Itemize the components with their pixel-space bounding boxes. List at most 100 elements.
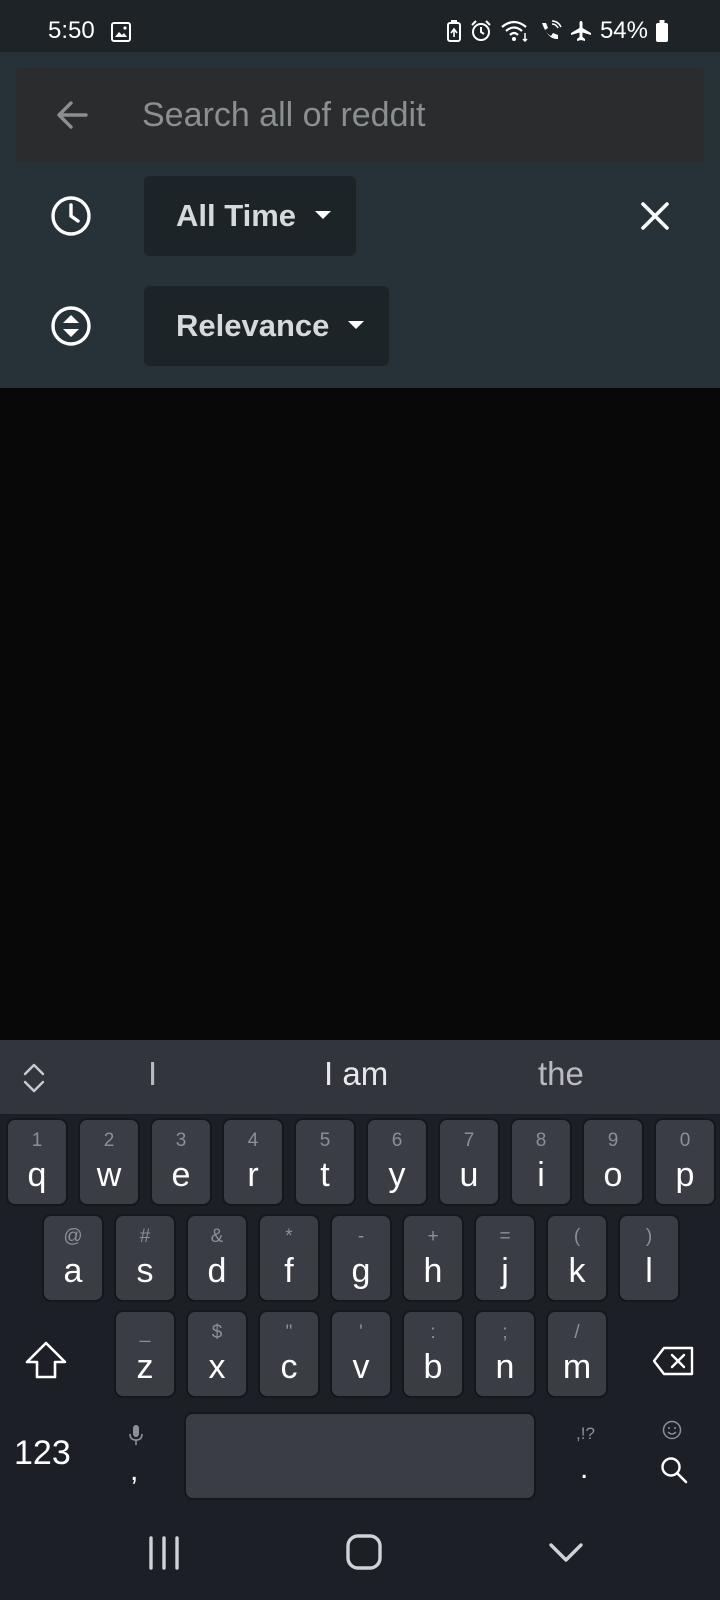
suggestion-3[interactable]: the bbox=[538, 1055, 584, 1093]
key-h[interactable]: + h bbox=[402, 1214, 464, 1302]
key-hint: ( bbox=[573, 1226, 581, 1247]
key-label: g bbox=[351, 1252, 371, 1290]
emoji-icon bbox=[662, 1420, 682, 1445]
key-s[interactable]: # s bbox=[114, 1214, 176, 1302]
recent-apps-icon[interactable] bbox=[148, 1536, 180, 1575]
sort-filter-row: Relevance bbox=[0, 286, 720, 366]
shift-key[interactable] bbox=[24, 1340, 68, 1385]
key-hint: 9 bbox=[607, 1130, 619, 1151]
key-c[interactable]: " c bbox=[258, 1310, 320, 1398]
key-hint: 2 bbox=[103, 1130, 115, 1151]
key-d[interactable]: & d bbox=[186, 1214, 248, 1302]
battery-saver-icon bbox=[446, 20, 462, 42]
key-hint: - bbox=[357, 1226, 365, 1247]
key-hint: 3 bbox=[175, 1130, 187, 1151]
backspace-key[interactable] bbox=[652, 1346, 694, 1381]
expand-toolbar-icon[interactable] bbox=[22, 1062, 46, 1099]
status-bar: 5:50 54% bbox=[0, 0, 720, 52]
wifi-icon bbox=[500, 20, 530, 42]
key-b[interactable]: :b bbox=[402, 1310, 464, 1398]
key-z[interactable]: _ z bbox=[114, 1310, 176, 1398]
sort-filter-label: Relevance bbox=[176, 308, 330, 343]
key-f[interactable]: * f bbox=[258, 1214, 320, 1302]
microphone-icon bbox=[128, 1424, 144, 1451]
suggestion-2[interactable]: I am bbox=[324, 1055, 388, 1093]
key-label: b bbox=[423, 1348, 443, 1386]
key-label: c bbox=[280, 1348, 298, 1386]
time-filter-row: All Time bbox=[0, 176, 720, 256]
key-y[interactable]: 6y bbox=[366, 1118, 428, 1206]
status-time: 5:50 bbox=[48, 17, 95, 44]
key-hint: 5 bbox=[319, 1130, 331, 1151]
key-a[interactable]: @ a bbox=[42, 1214, 104, 1302]
clock-icon bbox=[50, 195, 92, 242]
key-x[interactable]: $ x bbox=[186, 1310, 248, 1398]
key-hint: 7 bbox=[463, 1130, 475, 1151]
key-t[interactable]: 5t bbox=[294, 1118, 356, 1206]
key-label: o bbox=[603, 1156, 623, 1194]
key-label: q bbox=[27, 1156, 47, 1194]
key-l[interactable]: ) l bbox=[618, 1214, 680, 1302]
key-label: f bbox=[284, 1252, 294, 1290]
key-w[interactable]: 2w bbox=[78, 1118, 140, 1206]
key-n[interactable]: ; n bbox=[474, 1310, 536, 1398]
search-icon bbox=[660, 1456, 688, 1489]
comma-char: , bbox=[130, 1454, 139, 1487]
key-label: v bbox=[352, 1348, 370, 1386]
period-char: . bbox=[580, 1452, 589, 1485]
suggestion-1[interactable]: I bbox=[148, 1055, 157, 1093]
key-p[interactable]: 0p bbox=[654, 1118, 716, 1206]
comma-key[interactable]: , bbox=[112, 1424, 162, 1504]
key-label: n bbox=[495, 1348, 515, 1386]
key-label: e bbox=[171, 1156, 191, 1194]
battery-icon bbox=[656, 20, 668, 42]
battery-percentage: 54% bbox=[599, 17, 648, 44]
key-e[interactable]: 3e bbox=[150, 1118, 212, 1206]
suggestion-bar: I I am the bbox=[0, 1040, 720, 1114]
key-label: a bbox=[63, 1252, 83, 1290]
key-q[interactable]: 1q bbox=[6, 1118, 68, 1206]
key-g[interactable]: -g bbox=[330, 1214, 392, 1302]
nav-back-icon[interactable] bbox=[548, 1542, 584, 1569]
close-icon[interactable] bbox=[640, 201, 670, 236]
numbers-key[interactable]: 123 bbox=[14, 1434, 71, 1473]
key-u[interactable]: 7u bbox=[438, 1118, 500, 1206]
key-j[interactable]: = j bbox=[474, 1214, 536, 1302]
time-filter-label: All Time bbox=[176, 198, 297, 233]
key-label: m bbox=[562, 1348, 592, 1386]
key-label: x bbox=[208, 1348, 226, 1386]
key-i[interactable]: 8i bbox=[510, 1118, 572, 1206]
search-key[interactable] bbox=[656, 1420, 696, 1500]
key-r[interactable]: 4r bbox=[222, 1118, 284, 1206]
search-input[interactable] bbox=[142, 88, 682, 142]
wifi-calling-icon bbox=[538, 20, 562, 42]
sort-filter-dropdown[interactable]: Relevance bbox=[144, 286, 390, 366]
airplane-icon bbox=[570, 20, 592, 42]
key-hint: & bbox=[210, 1226, 224, 1247]
alarm-icon bbox=[470, 20, 492, 42]
period-symbols: ,!? bbox=[576, 1424, 595, 1443]
period-key[interactable]: ,!? . bbox=[566, 1424, 606, 1504]
back-arrow-icon[interactable] bbox=[54, 97, 90, 138]
key-label: k bbox=[568, 1252, 586, 1290]
key-v[interactable]: ' v bbox=[330, 1310, 392, 1398]
sort-icon bbox=[50, 305, 92, 352]
key-hint: ; bbox=[502, 1322, 508, 1343]
key-hint: 8 bbox=[535, 1130, 547, 1151]
key-label: j bbox=[501, 1252, 509, 1290]
key-hint: " bbox=[285, 1322, 293, 1343]
home-icon[interactable] bbox=[346, 1534, 382, 1575]
time-filter-dropdown[interactable]: All Time bbox=[144, 176, 357, 256]
key-label: z bbox=[136, 1348, 154, 1386]
key-o[interactable]: 9o bbox=[582, 1118, 644, 1206]
key-hint: 4 bbox=[247, 1130, 259, 1151]
key-label: y bbox=[388, 1156, 406, 1194]
navigation-bar bbox=[0, 1510, 720, 1600]
key-hint: = bbox=[499, 1226, 511, 1247]
key-m[interactable]: / m bbox=[546, 1310, 608, 1398]
key-hint: @ bbox=[63, 1226, 83, 1247]
key-hint: / bbox=[574, 1322, 580, 1343]
key-k[interactable]: (k bbox=[546, 1214, 608, 1302]
key-label: w bbox=[96, 1156, 122, 1194]
space-key[interactable] bbox=[184, 1412, 536, 1500]
